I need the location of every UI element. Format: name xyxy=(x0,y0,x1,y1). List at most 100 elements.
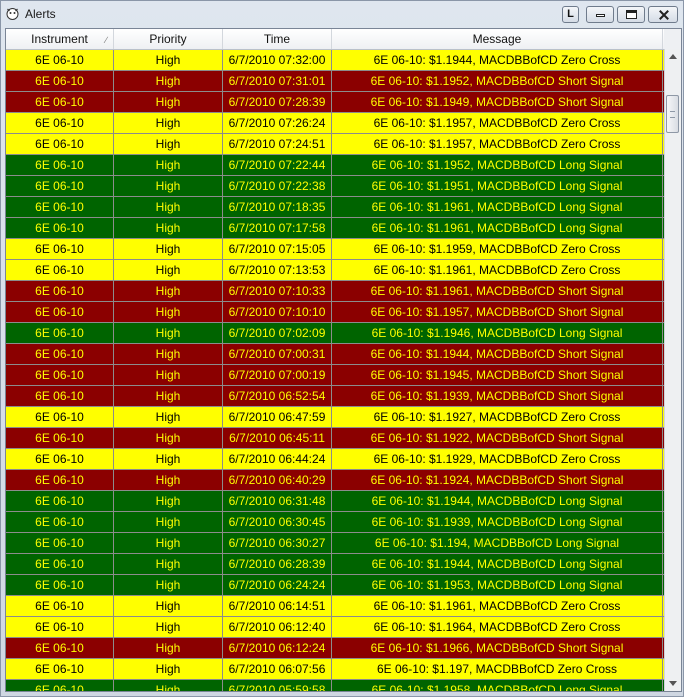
table-row[interactable]: 6E 06-10 High 6/7/2010 07:15:05 6E 06-10: $… xyxy=(6,239,665,260)
instrument-cell: 6E 06-10 xyxy=(6,386,114,406)
table-row[interactable]: 6E 06-10 High 6/7/2010 06:45:11 6E 06-10: $… xyxy=(6,428,665,449)
message-cell: 6E 06-10: $1.1939, MACDBBofCD Short Sign… xyxy=(332,386,663,406)
table-row[interactable]: 6E 06-10 High 6/7/2010 07:26:24 6E 06-10: $… xyxy=(6,113,665,134)
message-cell: 6E 06-10: $1.1961, MACDBBofCD Short Sign… xyxy=(332,281,663,301)
sort-indicator-icon: ∕ xyxy=(105,35,107,45)
table-row[interactable]: 6E 06-10 High 6/7/2010 07:00:31 6E 06-10: $… xyxy=(6,344,665,365)
time-cell: 6/7/2010 07:24:51 xyxy=(223,134,332,154)
table-row[interactable]: 6E 06-10 High 6/7/2010 07:00:19 6E 06-10: $… xyxy=(6,365,665,386)
table-row[interactable]: 6E 06-10 High 6/7/2010 07:22:38 6E 06-10: $… xyxy=(6,176,665,197)
priority-cell: High xyxy=(114,617,223,637)
table-row[interactable]: 6E 06-10 High 6/7/2010 07:10:10 6E 06-10: $… xyxy=(6,302,665,323)
table-row[interactable]: 6E 06-10 High 6/7/2010 07:32:00 6E 06-10: $… xyxy=(6,50,665,71)
priority-cell: High xyxy=(114,71,223,91)
instrument-cell: 6E 06-10 xyxy=(6,71,114,91)
table-row[interactable]: 6E 06-10 High 6/7/2010 06:07:56 6E 06-10: $… xyxy=(6,659,665,680)
priority-cell: High xyxy=(114,554,223,574)
time-cell: 6/7/2010 07:31:01 xyxy=(223,71,332,91)
minimize-button[interactable] xyxy=(586,6,614,23)
time-cell: 6/7/2010 07:26:24 xyxy=(223,113,332,133)
grid-rows: 6E 06-10 High 6/7/2010 07:32:00 6E 06-10: $… xyxy=(6,50,665,691)
table-row[interactable]: 6E 06-10 High 6/7/2010 06:44:24 6E 06-10: $… xyxy=(6,449,665,470)
window-title: Alerts xyxy=(25,7,56,21)
priority-cell: High xyxy=(114,155,223,175)
link-button[interactable]: L xyxy=(562,6,579,23)
table-row[interactable]: 6E 06-10 High 6/7/2010 06:31:48 6E 06-10: $… xyxy=(6,491,665,512)
scroll-down-arrow-icon[interactable] xyxy=(665,675,681,691)
table-row[interactable]: 6E 06-10 High 6/7/2010 07:24:51 6E 06-10: $… xyxy=(6,134,665,155)
priority-cell: High xyxy=(114,386,223,406)
scrollbar-thumb[interactable] xyxy=(666,95,679,133)
time-cell: 6/7/2010 07:22:44 xyxy=(223,155,332,175)
table-row[interactable]: 6E 06-10 High 6/7/2010 07:31:01 6E 06-10: $… xyxy=(6,71,665,92)
table-row[interactable]: 6E 06-10 High 6/7/2010 07:13:53 6E 06-10: $… xyxy=(6,260,665,281)
instrument-cell: 6E 06-10 xyxy=(6,92,114,112)
priority-cell: High xyxy=(114,596,223,616)
message-cell: 6E 06-10: $1.1952, MACDBBofCD Short Sign… xyxy=(332,71,663,91)
maximize-button[interactable] xyxy=(617,6,645,23)
table-row[interactable]: 6E 06-10 High 6/7/2010 07:18:35 6E 06-10: $… xyxy=(6,197,665,218)
priority-cell: High xyxy=(114,281,223,301)
instrument-cell: 6E 06-10 xyxy=(6,323,114,343)
message-cell: 6E 06-10: $1.1951, MACDBBofCD Long Signa… xyxy=(332,176,663,196)
column-header-instrument[interactable]: Instrument ∕ xyxy=(6,29,114,49)
instrument-cell: 6E 06-10 xyxy=(6,281,114,301)
instrument-cell: 6E 06-10 xyxy=(6,596,114,616)
title-bar[interactable]: Alerts L xyxy=(1,1,683,27)
instrument-cell: 6E 06-10 xyxy=(6,428,114,448)
priority-cell: High xyxy=(114,134,223,154)
priority-cell: High xyxy=(114,449,223,469)
vertical-scrollbar[interactable] xyxy=(664,49,681,691)
table-row[interactable]: 6E 06-10 High 6/7/2010 06:24:24 6E 06-10: $… xyxy=(6,575,665,596)
instrument-cell: 6E 06-10 xyxy=(6,197,114,217)
message-cell: 6E 06-10: $1.1953, MACDBBofCD Long Signa… xyxy=(332,575,663,595)
header-corner xyxy=(664,29,681,50)
alerts-grid: Instrument ∕ Priority Time Message 6E 06… xyxy=(5,28,682,692)
priority-cell: High xyxy=(114,428,223,448)
time-cell: 6/7/2010 07:00:31 xyxy=(223,344,332,364)
table-row[interactable]: 6E 06-10 High 6/7/2010 06:30:27 6E 06-10: $… xyxy=(6,533,665,554)
time-cell: 6/7/2010 07:18:35 xyxy=(223,197,332,217)
column-header-message[interactable]: Message xyxy=(332,29,663,49)
table-row[interactable]: 6E 06-10 High 6/7/2010 06:52:54 6E 06-10: $… xyxy=(6,386,665,407)
table-row[interactable]: 6E 06-10 High 6/7/2010 07:22:44 6E 06-10: $… xyxy=(6,155,665,176)
close-button[interactable] xyxy=(648,6,678,23)
priority-cell: High xyxy=(114,491,223,511)
instrument-cell: 6E 06-10 xyxy=(6,365,114,385)
priority-cell: High xyxy=(114,260,223,280)
table-row[interactable]: 6E 06-10 High 6/7/2010 06:40:29 6E 06-10: $… xyxy=(6,470,665,491)
table-row[interactable]: 6E 06-10 High 6/7/2010 07:28:39 6E 06-10: $… xyxy=(6,92,665,113)
priority-cell: High xyxy=(114,92,223,112)
time-cell: 6/7/2010 07:00:19 xyxy=(223,365,332,385)
table-row[interactable]: 6E 06-10 High 6/7/2010 06:47:59 6E 06-10: $… xyxy=(6,407,665,428)
message-cell: 6E 06-10: $1.1927, MACDBBofCD Zero Cross xyxy=(332,407,663,427)
time-cell: 6/7/2010 07:02:09 xyxy=(223,323,332,343)
priority-cell: High xyxy=(114,302,223,322)
table-row[interactable]: 6E 06-10 High 6/7/2010 07:17:58 6E 06-10: $… xyxy=(6,218,665,239)
table-row[interactable]: 6E 06-10 High 6/7/2010 06:28:39 6E 06-10: $… xyxy=(6,554,665,575)
instrument-cell: 6E 06-10 xyxy=(6,155,114,175)
column-header-time[interactable]: Time xyxy=(223,29,332,49)
priority-cell: High xyxy=(114,50,223,70)
table-row[interactable]: 6E 06-10 High 6/7/2010 06:12:40 6E 06-10: $… xyxy=(6,617,665,638)
message-cell: 6E 06-10: $1.1958, MACDBBofCD Long Signa… xyxy=(332,680,663,691)
table-row[interactable]: 6E 06-10 High 6/7/2010 06:30:45 6E 06-10: $… xyxy=(6,512,665,533)
instrument-cell: 6E 06-10 xyxy=(6,344,114,364)
time-cell: 6/7/2010 07:17:58 xyxy=(223,218,332,238)
message-cell: 6E 06-10: $1.1961, MACDBBofCD Zero Cross xyxy=(332,596,663,616)
table-row[interactable]: 6E 06-10 High 6/7/2010 06:12:24 6E 06-10: $… xyxy=(6,638,665,659)
instrument-cell: 6E 06-10 xyxy=(6,638,114,658)
table-row[interactable]: 6E 06-10 High 6/7/2010 07:02:09 6E 06-10: $… xyxy=(6,323,665,344)
message-cell: 6E 06-10: $1.1961, MACDBBofCD Zero Cross xyxy=(332,260,663,280)
time-cell: 6/7/2010 06:30:45 xyxy=(223,512,332,532)
instrument-cell: 6E 06-10 xyxy=(6,176,114,196)
table-row[interactable]: 6E 06-10 High 6/7/2010 07:10:33 6E 06-10: $… xyxy=(6,281,665,302)
scroll-up-arrow-icon[interactable] xyxy=(665,49,681,65)
instrument-cell: 6E 06-10 xyxy=(6,407,114,427)
instrument-cell: 6E 06-10 xyxy=(6,470,114,490)
message-cell: 6E 06-10: $1.1957, MACDBBofCD Zero Cross xyxy=(332,134,663,154)
table-row[interactable]: 6E 06-10 High 6/7/2010 06:14:51 6E 06-10: $… xyxy=(6,596,665,617)
table-row[interactable]: 6E 06-10 High 6/7/2010 05:59:58 6E 06-10: $… xyxy=(6,680,665,691)
priority-cell: High xyxy=(114,575,223,595)
column-header-priority[interactable]: Priority xyxy=(114,29,223,49)
